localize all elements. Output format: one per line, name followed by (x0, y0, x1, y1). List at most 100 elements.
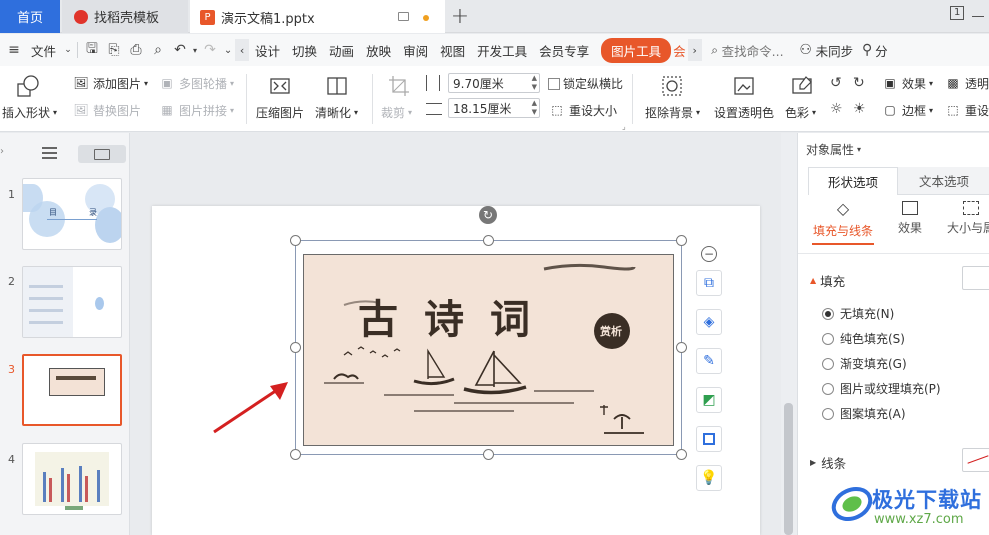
print-preview-icon[interactable]: ⌕ (147, 39, 169, 61)
resize-handle-top-left[interactable] (290, 235, 301, 246)
fill-option-picture-texture[interactable]: 图片或纹理填充(P) (822, 380, 941, 397)
resize-handle-left[interactable] (290, 342, 301, 353)
insert-shape-button[interactable]: 插入形状 ▾ (2, 104, 57, 121)
layer-tool[interactable]: ◈ (696, 309, 722, 335)
menu-review[interactable]: 审阅 (397, 41, 434, 60)
panel-header[interactable]: 对象属性 ▾ (806, 141, 861, 158)
collapse-panel-icon[interactable]: › (0, 146, 4, 157)
resize-handle-top[interactable] (483, 235, 494, 246)
scroll-right-icon[interactable]: › (687, 39, 702, 61)
save-icon[interactable]: 🖫 (81, 39, 103, 61)
resize-handle-bottom-right[interactable] (676, 449, 687, 460)
rotate-right-icon[interactable]: ↻ (853, 75, 865, 91)
rotate-handle-icon[interactable]: ↻ (479, 206, 497, 224)
border-button[interactable]: ▢ 边框 ▾ (881, 101, 933, 119)
resize-handle-bottom-left[interactable] (290, 449, 301, 460)
vertical-scrollbar[interactable] (781, 133, 797, 535)
new-tab-button[interactable]: + (448, 0, 472, 33)
slide-picture[interactable]: 古诗词 赏析 (303, 254, 674, 446)
color-icon[interactable] (788, 72, 816, 100)
tab-text-options[interactable]: 文本选项 (898, 167, 989, 195)
reset-picture-button[interactable]: ⬚ 重设 (944, 101, 989, 119)
share-icon[interactable]: ⚲ (859, 39, 875, 61)
print-icon[interactable]: ⎙ (125, 39, 147, 61)
fill-option-gradient[interactable]: 渐变填充(G) (822, 355, 907, 372)
export-pdf-icon[interactable]: ⎘ (103, 39, 125, 61)
subtab-effects[interactable]: 效果 (890, 199, 930, 236)
color-button[interactable]: 色彩 ▾ (785, 104, 816, 121)
menu-file[interactable]: 文件 (25, 41, 62, 60)
border-tool[interactable] (696, 426, 722, 452)
resize-handle-top-right[interactable] (676, 235, 687, 246)
chevron-down-icon[interactable]: ⌄ (62, 39, 74, 61)
sharpen-button[interactable]: 清晰化 ▾ (315, 104, 358, 121)
rotate-left-icon[interactable]: ↺ (830, 75, 842, 91)
smart-suggest-tool[interactable]: 💡 (696, 465, 722, 491)
slide-view-toggle[interactable] (78, 145, 126, 163)
tab-home[interactable]: 首页 (0, 0, 60, 33)
fill-option-pattern[interactable]: 图案填充(A) (822, 405, 906, 422)
subtab-fill-line[interactable]: ◇ 填充与线条 (808, 199, 878, 245)
share-label[interactable]: 分 (875, 41, 894, 60)
resize-handle-right[interactable] (676, 342, 687, 353)
height-input[interactable]: 9.70厘米 ▲ ▼ (448, 73, 540, 93)
contrast-icon[interactable]: ☀ (853, 101, 866, 117)
fill-tool[interactable]: ◩ (696, 387, 722, 413)
tab-document[interactable]: P 演示文稿1.pptx (190, 0, 445, 33)
spin-arrows-icon[interactable]: ▲ ▼ (532, 99, 537, 117)
dialog-launcher-icon[interactable]: ⌟ (622, 122, 626, 131)
menu-member[interactable]: 会员专享 (533, 41, 595, 60)
undo-icon[interactable]: ↶ (169, 39, 191, 61)
effects-button[interactable]: ▣ 效果 ▾ (881, 74, 933, 92)
fill-color-box[interactable] (962, 266, 989, 290)
fill-option-none[interactable]: 无填充(N) (822, 305, 894, 322)
spin-arrows-icon[interactable]: ▲ ▼ (532, 74, 537, 92)
menu-view[interactable]: 视图 (434, 41, 471, 60)
slide-thumbnail-1[interactable]: 目 录 (22, 178, 122, 250)
slide-thumbnail-2[interactable] (22, 266, 122, 338)
monitor-icon[interactable] (398, 12, 409, 21)
search-icon[interactable]: ⌕ (708, 39, 722, 61)
remove-background-icon[interactable] (658, 72, 686, 100)
menu-slideshow[interactable]: 放映 (360, 41, 397, 60)
insert-shape-icon[interactable] (14, 72, 42, 100)
line-color-box[interactable] (962, 448, 989, 472)
hamburger-menu-icon[interactable]: ≡ (3, 39, 25, 61)
sharpen-icon[interactable] (323, 72, 351, 100)
collapse-tools-icon[interactable]: − (701, 246, 717, 262)
crop-button[interactable]: 裁剪 ▾ (381, 104, 412, 121)
scrollbar-thumb[interactable] (784, 403, 793, 535)
multi-carousel-button[interactable]: ▣ 多图轮播 ▾ (158, 74, 234, 92)
line-section-header[interactable]: ▶ 线条 (810, 453, 846, 472)
compress-picture-button[interactable]: 压缩图片 (256, 104, 304, 121)
scroll-left-icon[interactable]: ‹ (235, 39, 250, 61)
fill-section-header[interactable]: ▲ 填充 (810, 271, 845, 290)
lock-ratio-checkbox[interactable]: 锁定纵横比 (548, 75, 623, 92)
brightness-icon[interactable]: ☼ (830, 101, 843, 117)
set-transparency-icon[interactable] (730, 72, 758, 100)
window-restore-icon[interactable]: 1 (950, 6, 965, 20)
slide-thumbnail-4[interactable] (22, 443, 122, 515)
remove-background-button[interactable]: 抠除背景 ▾ (645, 104, 700, 121)
reset-size-button[interactable]: ⬚ 重设大小 (548, 101, 617, 119)
undo-dropdown-icon[interactable]: ▾ (191, 39, 199, 61)
pen-tool[interactable]: ✎ (696, 348, 722, 374)
menu-transition[interactable]: 切换 (286, 41, 323, 60)
replace-picture-button[interactable]: 🖼 替换图片 (72, 101, 141, 119)
width-input[interactable]: 18.15厘米 ▲ ▼ (448, 98, 540, 118)
picture-collage-button[interactable]: ▦ 图片拼接 ▾ (158, 101, 234, 119)
crop-picture-tool[interactable]: ⧉ (696, 270, 722, 296)
command-search-input[interactable]: 查找命令... (722, 41, 790, 60)
tab-shape-options[interactable]: 形状选项 (808, 167, 898, 195)
set-transparency-button[interactable]: 设置透明色 (714, 104, 774, 121)
tab-template[interactable]: 找稻壳模板 (62, 0, 188, 33)
menu-developer[interactable]: 开发工具 (471, 41, 533, 60)
slide-thumbnail-3[interactable] (22, 354, 122, 426)
sync-status[interactable]: 未同步 (814, 41, 860, 60)
window-minimize-icon[interactable] (972, 16, 984, 17)
crop-icon[interactable] (385, 72, 413, 100)
fill-option-solid[interactable]: 纯色填充(S) (822, 330, 905, 347)
subtab-size[interactable]: 大小与属 (946, 199, 989, 236)
compress-picture-icon[interactable] (266, 72, 294, 100)
menu-picture-tools[interactable]: 图片工具 (601, 37, 672, 63)
